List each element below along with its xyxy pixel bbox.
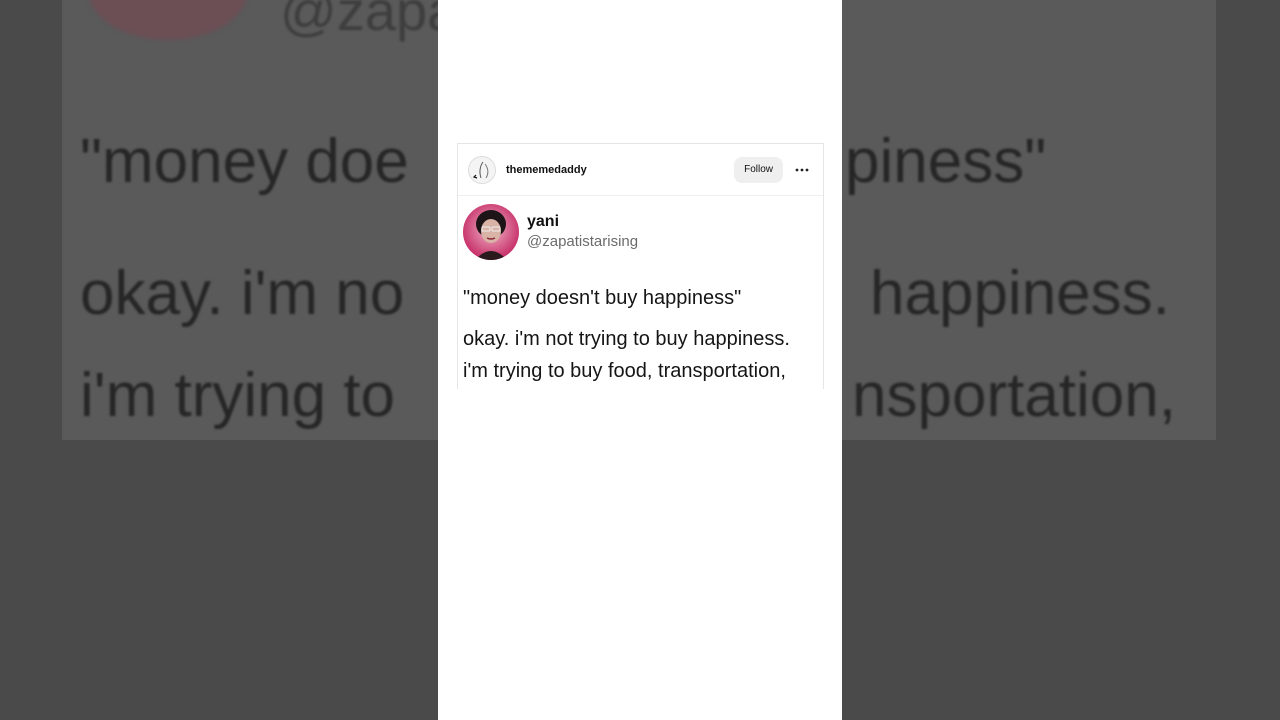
tweet-body: "money doesn't buy happiness" okay. i'm … (463, 282, 818, 387)
background-text-line: "money doe (80, 127, 409, 196)
more-horizontal-icon (795, 168, 809, 171)
tweet-line: "money doesn't buy happiness" (463, 287, 742, 309)
tweet-author-names: yani @zapatistarising (527, 212, 638, 252)
profile-avatar-icon (472, 161, 489, 179)
background-text-line: nsportation, (852, 361, 1176, 430)
tweet-screenshot: yani @zapatistarising "money doesn't buy… (458, 196, 823, 387)
tweet-avatar (463, 204, 519, 260)
post-viewer: thememedaddy Follow yani @zapatistarisin… (438, 0, 842, 720)
post-card: thememedaddy Follow yani @zapatistarisin… (457, 143, 824, 389)
tweet-line: i'm trying to buy food, transportation, (463, 360, 786, 382)
tweet-author: yani @zapatistarising (463, 204, 818, 260)
tweet-display-name: yani (527, 213, 560, 230)
follow-button[interactable]: Follow (734, 156, 783, 183)
tweet-handle: @zapatistarising (527, 233, 639, 250)
tweet-avatar-image (463, 204, 519, 260)
background-text-line: okay. i'm no (80, 259, 405, 328)
background-text-line: happiness. (870, 259, 1170, 328)
post-username[interactable]: thememedaddy (506, 164, 734, 176)
background-text-line: piness" (845, 127, 1047, 196)
background-text-line: i'm trying to (80, 361, 396, 430)
profile-avatar[interactable] (468, 155, 496, 184)
post-header: thememedaddy Follow (458, 144, 823, 196)
background-handle: @zapa (280, 0, 459, 42)
tweet-line: okay. i'm not trying to buy happiness. (463, 328, 790, 350)
more-options-button[interactable] (791, 159, 813, 181)
